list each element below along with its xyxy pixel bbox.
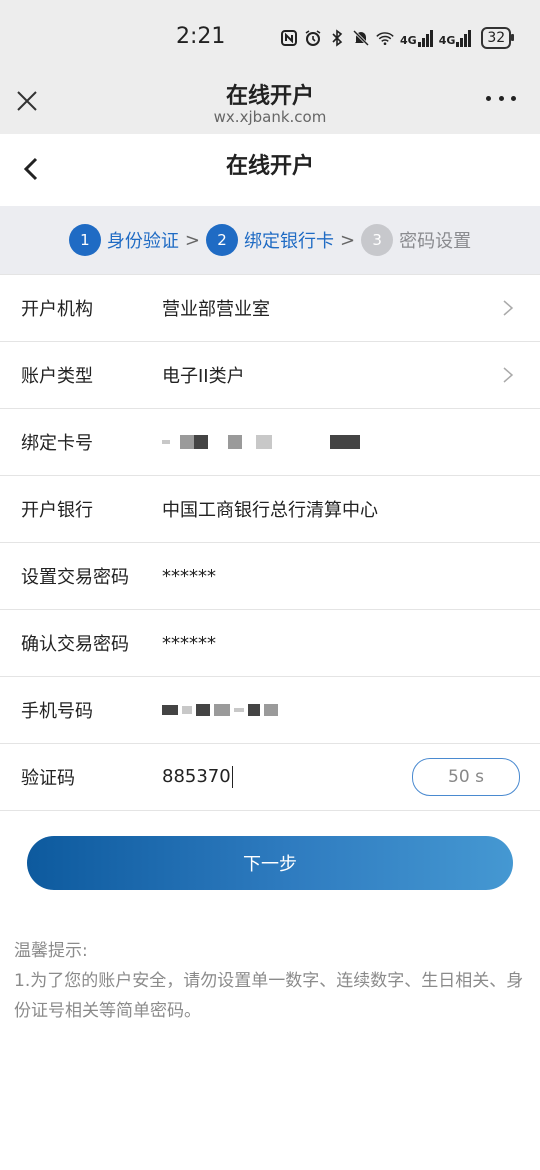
step-label: 绑定银行卡: [244, 231, 334, 252]
bluetooth-icon: [328, 29, 346, 47]
account-type-label: 账户类型: [21, 366, 93, 387]
confirm-password-label: 确认交易密码: [21, 634, 129, 655]
tips: 温馨提示: 1.为了您的账户安全，请勿设置单一数字、连续数字、生日相关、身份证号…: [14, 936, 524, 1026]
account-type-select[interactable]: 电子II类户: [162, 362, 245, 388]
phone-label: 手机号码: [21, 701, 93, 722]
page-header: 在线开户: [0, 134, 540, 206]
browser-title: 在线开户: [225, 84, 314, 109]
step-label: 身份验证: [106, 231, 179, 252]
page-title: 在线开户: [225, 154, 314, 179]
signal-label: 4G: [400, 34, 417, 47]
step-number: 3: [361, 224, 394, 256]
step-number: 1: [68, 224, 101, 256]
mute-icon: [352, 29, 370, 47]
card-number-label: 绑定卡号: [21, 433, 93, 454]
tips-text: 1.为了您的账户安全，请勿设置单一数字、连续数字、生日相关、身份证号相关等简单密…: [14, 971, 524, 1021]
institution-select[interactable]: 营业部营业室: [162, 295, 270, 321]
trade-password-input[interactable]: ******: [162, 566, 216, 587]
institution-row[interactable]: 开户机构 营业部营业室: [0, 274, 540, 342]
account-type-row[interactable]: 账户类型 电子II类户: [0, 342, 540, 409]
step-bind-card: 2 绑定银行卡: [206, 224, 334, 256]
trade-password-row[interactable]: 设置交易密码 ******: [0, 543, 540, 610]
tips-title: 温馨提示:: [14, 941, 88, 961]
step-identity: 1 身份验证: [68, 224, 179, 256]
confirm-password-input[interactable]: ******: [162, 633, 216, 654]
confirm-password-row[interactable]: 确认交易密码 ******: [0, 610, 540, 677]
browser-url: wx.xjbank.com: [213, 108, 327, 126]
alarm-icon: [304, 29, 322, 47]
battery-level: 32: [487, 30, 506, 46]
battery-icon: 32: [481, 27, 515, 49]
wifi-icon: [376, 29, 394, 47]
browser-bar: 在线开户 wx.xjbank.com: [0, 78, 540, 134]
step-separator: >: [184, 229, 200, 251]
signal-icon: 4G: [439, 29, 472, 47]
bank-value: 中国工商银行总行清算中心: [162, 500, 378, 521]
bank-row: 开户银行 中国工商银行总行清算中心: [0, 476, 540, 543]
card-number-row: 绑定卡号: [0, 409, 540, 476]
step-password: 3 密码设置: [361, 224, 471, 256]
bank-label: 开户银行: [21, 500, 93, 521]
signal-label: 4G: [438, 34, 456, 47]
text-cursor: [231, 766, 233, 788]
verify-code-text: 885370: [162, 766, 231, 787]
status-icons: 4G 4G 32: [280, 27, 515, 49]
verify-code-row[interactable]: 验证码 885370 50 s: [0, 744, 540, 811]
status-time: 2:21: [176, 24, 226, 49]
phone-masked: [162, 704, 278, 716]
status-bar: 2:21 4G 4G 32: [0, 0, 540, 78]
signal-icon: 4G: [400, 29, 433, 47]
step-number: 2: [206, 224, 238, 256]
progress-steps: 1 身份验证 > 2 绑定银行卡 > 3 密码设置: [0, 206, 540, 274]
phone-row: 手机号码: [0, 677, 540, 744]
next-step-button[interactable]: 下一步: [27, 836, 513, 890]
institution-label: 开户机构: [21, 299, 93, 320]
more-options-icon[interactable]: [486, 92, 516, 104]
step-label: 密码设置: [399, 231, 472, 252]
resend-code-button[interactable]: 50 s: [412, 758, 520, 796]
verify-code-input[interactable]: 885370: [162, 766, 233, 788]
nfc-icon: [280, 29, 298, 47]
card-number-masked: [162, 435, 360, 449]
step-separator: >: [340, 229, 356, 251]
trade-password-label: 设置交易密码: [21, 567, 129, 588]
account-form: 开户机构 营业部营业室 账户类型 电子II类户 绑定卡号 开户银行 中国工商银行…: [0, 274, 540, 811]
chevron-right-icon: [502, 299, 514, 317]
chevron-right-icon: [502, 366, 514, 384]
verify-code-label: 验证码: [21, 768, 75, 789]
